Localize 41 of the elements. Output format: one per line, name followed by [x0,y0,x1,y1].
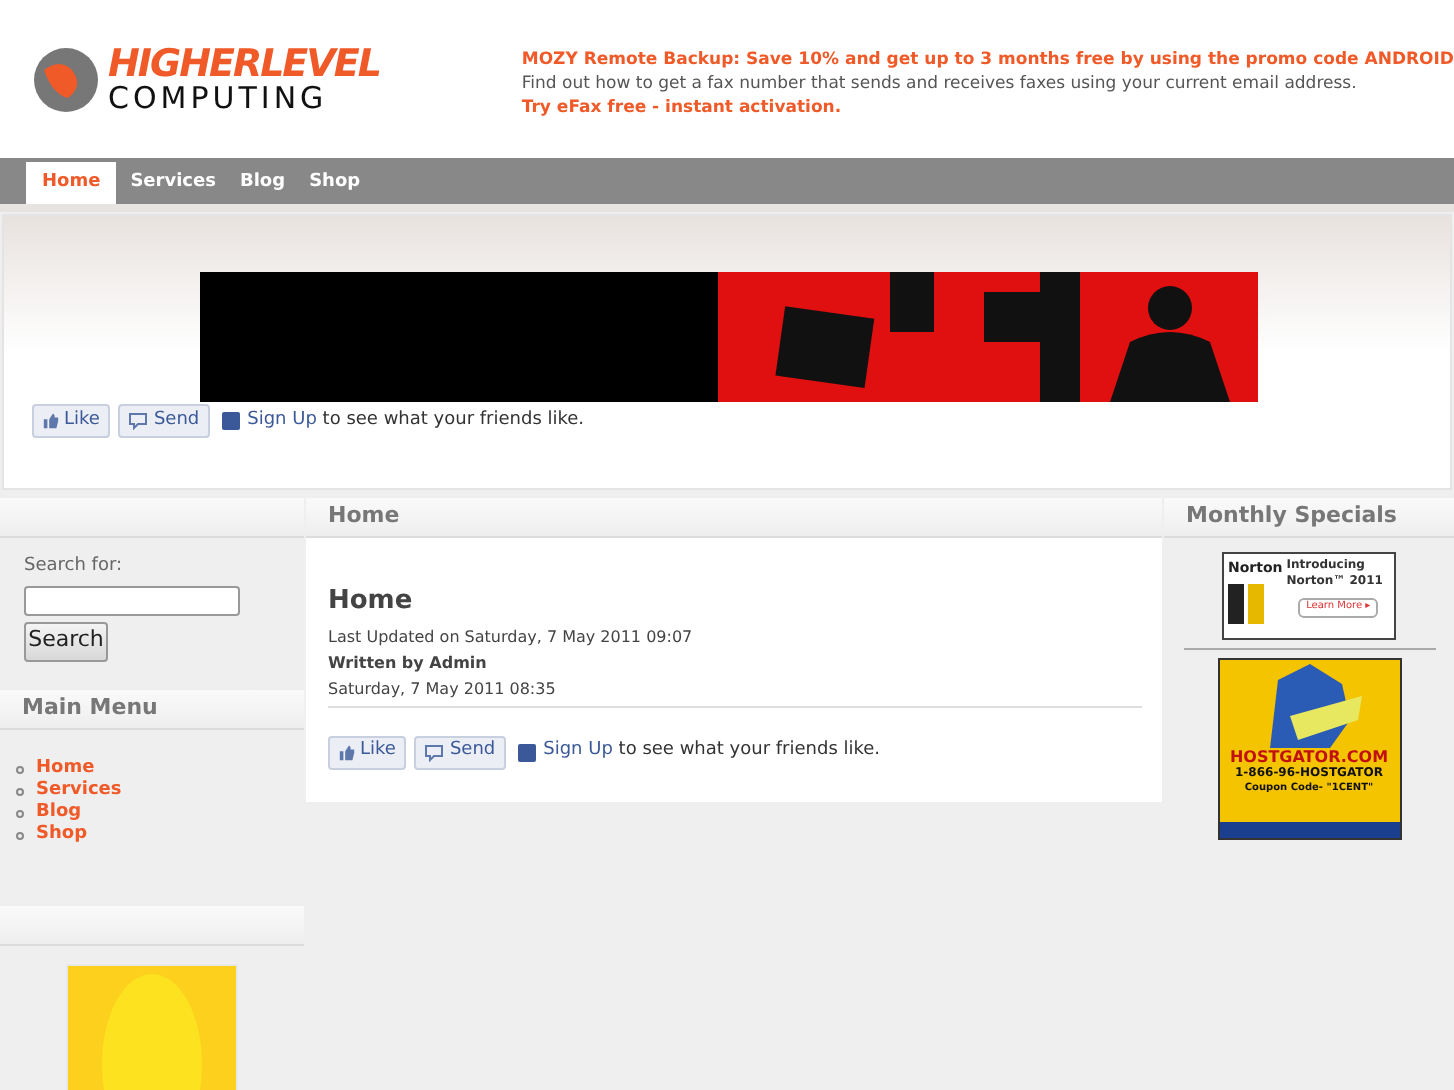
bullet-icon [16,832,24,840]
send-button[interactable]: Send [413,735,506,769]
globe-icon [32,45,100,113]
thumbs-up-icon [42,412,60,430]
bullet-icon [16,766,24,774]
social-text: Sign Up to see what your friends like. [543,738,881,765]
promo-headline: MOZY Remote Backup: Save 10% and get up to 3 months free by using the promo code ANDROID [521,47,1454,71]
social-text: Sign Up to see what your friends like. [247,407,585,434]
like-button[interactable]: Like [32,404,110,438]
bullet-icon [16,788,24,796]
main-menu-header: Main Menu [0,689,304,729]
bullet-icon [16,810,24,818]
facebook-icon [221,412,240,430]
created-date: Saturday, 7 May 2011 08:35 [328,677,1142,707]
author-text: Written by Admin [328,651,489,675]
specials-header: Monthly Specials [1164,498,1454,538]
sign-up-link[interactable]: Sign Up [247,409,317,430]
search-button[interactable]: Search [24,621,108,661]
nav-tab[interactable]: Services [120,162,226,204]
sign-up-link[interactable]: Sign Up [543,740,613,761]
nav-tab[interactable]: Blog [229,162,296,204]
promo-link[interactable]: Try eFax free - instant activation. [521,95,1454,119]
box-icon [1228,583,1244,623]
nav-tab[interactable]: Home [26,162,117,204]
search-field[interactable] [24,585,240,615]
article-title: Home [328,584,415,620]
updated-date: Last Updated on Saturday, 7 May 2011 09:07 [328,625,695,649]
thumbs-up-icon [338,743,356,761]
hostgator-domain: HOSTGATOR.COM [1229,748,1389,766]
send-button[interactable]: Send [117,404,210,438]
promo-text: Find out how to get a fax number that sends and receives faxes using your current email address. [521,71,1359,95]
speech-bubble-icon [127,412,148,430]
nav-tab[interactable]: Shop [299,162,371,204]
facebook-icon [517,743,536,761]
box-icon [1248,583,1264,623]
speech-bubble-icon [423,743,444,761]
menu-link[interactable]: Shop [36,822,88,850]
like-button[interactable]: Like [328,735,406,769]
content-header: Home [306,498,1162,538]
search-label: Search for: [24,554,125,580]
site-logo: HIGHERLEVEL COMPUTING [108,45,380,113]
